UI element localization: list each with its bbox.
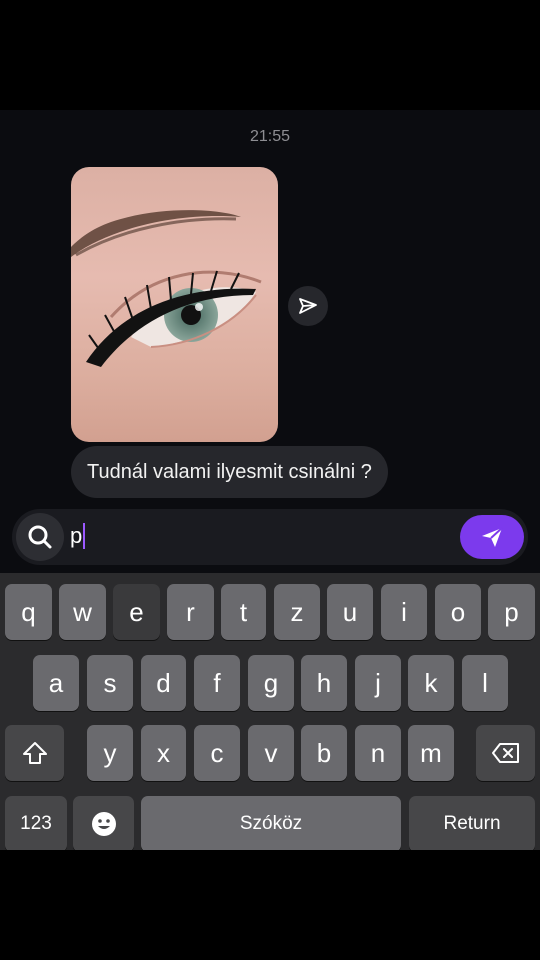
message-timestamp: 21:55	[249, 128, 291, 145]
key-y[interactable]: y	[87, 725, 133, 781]
key-r[interactable]: r	[167, 584, 214, 640]
chat-area: 21:55 Tudnál valami ilyesmit csinálni ? …	[0, 110, 540, 573]
key-f[interactable]: f	[194, 655, 240, 711]
message-composer: p	[12, 509, 528, 565]
key-m[interactable]: m	[408, 725, 454, 781]
key-b[interactable]: b	[301, 725, 347, 781]
key-d[interactable]: d	[141, 655, 186, 711]
key-z[interactable]: z	[274, 584, 320, 640]
paper-plane-icon	[299, 298, 317, 314]
numbers-key[interactable]: 123	[5, 796, 67, 852]
key-i[interactable]: i	[381, 584, 427, 640]
message-bubble: Tudnál valami ilyesmit csinálni ?	[71, 446, 388, 498]
search-button[interactable]	[16, 513, 64, 561]
search-icon	[28, 525, 52, 549]
message-input[interactable]: p	[70, 523, 86, 549]
return-key[interactable]: Return	[409, 796, 535, 852]
key-h[interactable]: h	[301, 655, 347, 711]
key-w[interactable]: w	[59, 584, 106, 640]
send-button[interactable]	[460, 515, 524, 559]
key-a[interactable]: a	[33, 655, 79, 711]
on-screen-keyboard: q w e r t z u i o p a s d f g h j k l y …	[0, 573, 540, 852]
key-s[interactable]: s	[87, 655, 133, 711]
shift-key[interactable]	[5, 725, 64, 781]
shared-photo[interactable]	[71, 167, 278, 442]
text-caret	[83, 523, 86, 549]
key-o[interactable]: o	[435, 584, 481, 640]
key-q[interactable]: q	[5, 584, 52, 640]
shift-icon	[22, 742, 47, 764]
key-l[interactable]: l	[462, 655, 508, 711]
key-j[interactable]: j	[355, 655, 401, 711]
key-n[interactable]: n	[355, 725, 401, 781]
key-u[interactable]: u	[327, 584, 373, 640]
backspace-key[interactable]	[476, 725, 535, 781]
bottom-bezel	[0, 850, 540, 960]
emoji-key[interactable]	[73, 796, 134, 852]
message-input-value: p	[70, 523, 83, 548]
key-p[interactable]: p	[488, 584, 535, 640]
key-v[interactable]: v	[248, 725, 294, 781]
key-x[interactable]: x	[141, 725, 186, 781]
space-key[interactable]: Szóköz	[141, 796, 401, 852]
eye-lash-photo	[71, 210, 262, 367]
key-c[interactable]: c	[194, 725, 240, 781]
emoji-icon	[91, 812, 116, 836]
backspace-icon	[491, 743, 519, 763]
key-e[interactable]: e	[113, 584, 160, 640]
send-icon	[482, 527, 503, 547]
share-button[interactable]	[288, 286, 328, 326]
key-g[interactable]: g	[248, 655, 294, 711]
key-k[interactable]: k	[408, 655, 454, 711]
key-t[interactable]: t	[221, 584, 266, 640]
